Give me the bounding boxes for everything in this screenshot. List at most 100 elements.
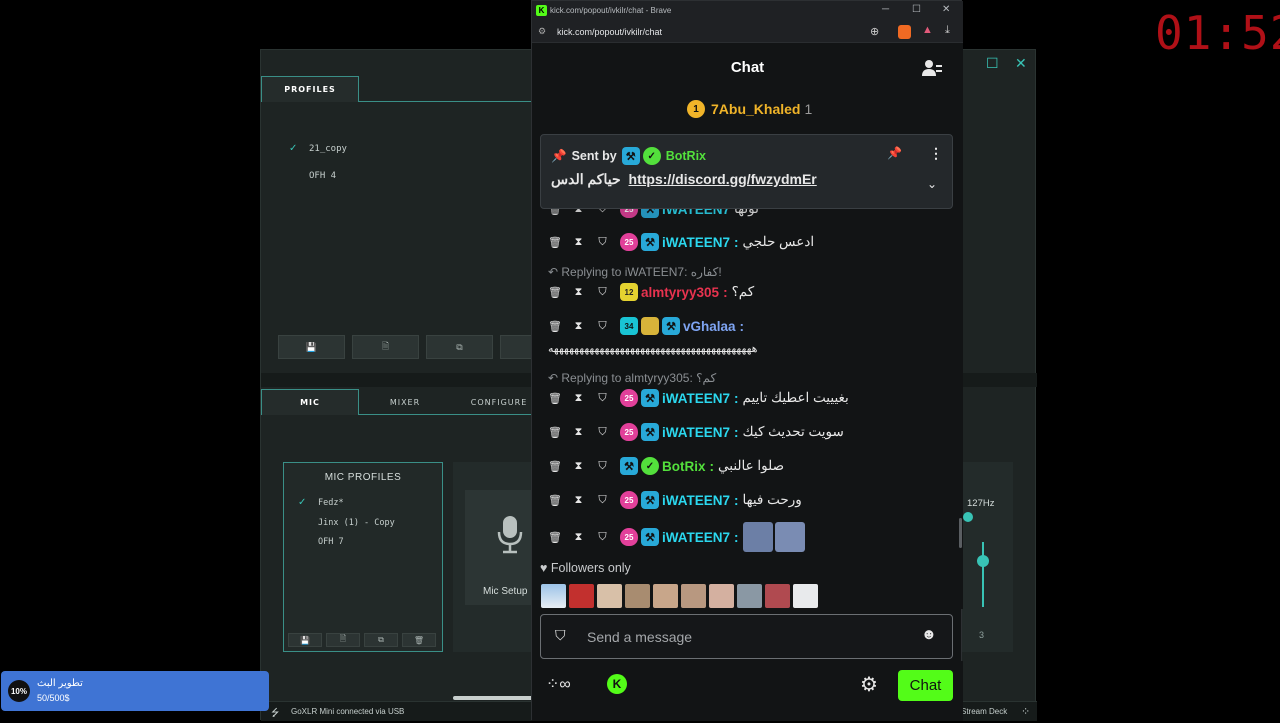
timeout-icon[interactable]: ⧗: [572, 236, 585, 249]
zoom-icon[interactable]: ⊕: [870, 25, 879, 38]
close-icon[interactable]: ✕: [1015, 55, 1027, 72]
connection-status: GoXLR Mini connected via USB: [291, 707, 405, 716]
new-profile-button[interactable]: 🗎: [352, 335, 419, 359]
site-settings-icon[interactable]: ⚙: [538, 26, 546, 37]
download-icon[interactable]: ⤓: [945, 24, 950, 37]
ban-icon[interactable]: ⛉: [596, 426, 609, 439]
chat-username[interactable]: iWATEEN7: [662, 530, 730, 545]
emote-thumbnail[interactable]: [793, 584, 818, 608]
timeout-icon[interactable]: ⧗: [572, 460, 585, 473]
emote-thumbnail[interactable]: [765, 584, 790, 608]
leader-count: 1: [804, 101, 813, 117]
chat-username[interactable]: vGhalaa: [683, 319, 736, 334]
mic-profile-item[interactable]: OFH 7: [318, 537, 344, 547]
timeout-icon[interactable]: ⧗: [572, 426, 585, 439]
send-chat-button[interactable]: Chat: [898, 670, 953, 701]
leaderboard-entry[interactable]: 1 7Abu_Khaled 1: [687, 100, 812, 118]
maximize-icon[interactable]: ☐: [986, 55, 999, 72]
timeout-icon[interactable]: ⧗: [572, 286, 585, 299]
mic-profile-item[interactable]: Jinx (1) - Copy: [318, 518, 395, 528]
delete-icon[interactable]: 🗑: [548, 392, 562, 405]
horizontal-scrollbar[interactable]: [453, 696, 533, 700]
ban-icon[interactable]: ⛉: [596, 392, 609, 405]
chat-scrollbar[interactable]: [959, 518, 962, 548]
stream-deck-label[interactable]: Stream Deck: [961, 707, 1007, 716]
profile-item[interactable]: OFH 4: [309, 171, 336, 181]
save-profile-button[interactable]: 💾: [278, 335, 345, 359]
delete-icon[interactable]: 🗑: [548, 426, 562, 439]
grid-icon[interactable]: ⁘: [1021, 705, 1030, 718]
emote-thumbnail[interactable]: [681, 584, 706, 608]
emote-thumbnail[interactable]: [541, 584, 566, 608]
url-text[interactable]: kick.com/popout/ivkilr/chat: [557, 27, 662, 37]
ban-icon[interactable]: ⛉: [596, 236, 609, 249]
delete-icon[interactable]: 🗑: [548, 320, 562, 333]
reply-context[interactable]: ↶ Replying to iWATEEN7: كفاره!: [548, 265, 722, 279]
chat-username[interactable]: BotRix: [662, 459, 706, 474]
delete-icon[interactable]: 🗑: [548, 494, 562, 507]
eq-slider-handle[interactable]: [977, 555, 989, 567]
subscriber-badge: 25: [620, 233, 638, 251]
address-bar[interactable]: ⚙ kick.com/popout/ivkilr/chat ⊕ ▲ ⤓: [532, 22, 963, 43]
chat-username[interactable]: iWATEEN7: [662, 425, 730, 440]
message-input[interactable]: Send a message: [587, 629, 692, 645]
pinned-link[interactable]: https://discord.gg/fwzydmEr: [629, 171, 817, 187]
delete-icon[interactable]: 🗑: [548, 286, 562, 299]
chat-username[interactable]: iWATEEN7: [662, 493, 730, 508]
eq-slider-track[interactable]: [982, 542, 984, 607]
new-mic-profile-button[interactable]: 🗎: [326, 633, 360, 647]
ban-icon[interactable]: ⛉: [596, 494, 609, 507]
reply-context[interactable]: ↶ Replying to almtyryy305: كم؟: [548, 371, 716, 385]
emote-thumbnail[interactable]: [597, 584, 622, 608]
users-icon[interactable]: [922, 59, 942, 77]
copy-mic-profile-button[interactable]: ⧉: [364, 633, 398, 647]
emoji-icon[interactable]: ☻: [921, 626, 937, 643]
vip-badge: ⚒: [621, 147, 640, 165]
delete-profile-button[interactable]: [500, 335, 532, 359]
timeout-icon[interactable]: ⧗: [572, 494, 585, 507]
emote-thumbnail[interactable]: [709, 584, 734, 608]
pinned-username[interactable]: BotRix: [666, 149, 706, 163]
ban-icon[interactable]: ⛉: [596, 531, 609, 544]
tab-mic[interactable]: MIC: [261, 389, 359, 415]
heart-icon: ♥: [540, 561, 551, 575]
chevron-down-icon[interactable]: ⌄: [927, 177, 937, 191]
goal-amount: 50/500$: [37, 693, 70, 703]
shield-icon[interactable]: ⛉: [555, 627, 566, 644]
emote-thumbnail[interactable]: [625, 584, 650, 608]
settings-gear-icon[interactable]: ⚙: [860, 672, 878, 697]
chat-username[interactable]: iWATEEN7: [662, 235, 730, 250]
emote-thumbnail[interactable]: [569, 584, 594, 608]
delete-icon[interactable]: 🗑: [548, 236, 562, 249]
chat-username[interactable]: almtyryy305: [641, 285, 719, 300]
delete-mic-profile-button[interactable]: 🗑: [402, 633, 436, 647]
timeout-icon[interactable]: ⧗: [572, 531, 585, 544]
eq-slider-handle[interactable]: [963, 512, 973, 522]
ban-icon[interactable]: ⛉: [596, 320, 609, 333]
delete-icon[interactable]: 🗑: [548, 531, 562, 544]
brave-rewards-icon[interactable]: ▲: [922, 24, 933, 36]
brave-shields-icon[interactable]: [898, 25, 911, 39]
save-mic-profile-button[interactable]: 💾: [288, 633, 322, 647]
close-icon[interactable]: ✕: [942, 4, 950, 15]
maximize-icon[interactable]: ☐: [912, 4, 921, 15]
more-options-icon[interactable]: ⋮: [929, 145, 943, 162]
ban-icon[interactable]: ⛉: [596, 286, 609, 299]
unpin-icon[interactable]: 📌: [887, 146, 902, 160]
tab-profiles[interactable]: PROFILES: [261, 76, 359, 102]
mic-profile-item[interactable]: Fedz*: [318, 498, 344, 508]
ban-icon[interactable]: ⛉: [596, 460, 609, 473]
tab-mixer[interactable]: MIXER: [359, 389, 451, 415]
chat-username[interactable]: iWATEEN7: [662, 391, 730, 406]
channel-points-icon[interactable]: ⁘∞: [546, 674, 571, 694]
timeout-icon[interactable]: ⧗: [572, 320, 585, 333]
emote-thumbnail[interactable]: [737, 584, 762, 608]
profile-item[interactable]: 21_copy: [309, 144, 347, 154]
message-composer[interactable]: ⛉ Send a message ☻: [540, 614, 953, 659]
delete-icon[interactable]: 🗑: [548, 460, 562, 473]
timeout-icon[interactable]: ⧗: [572, 392, 585, 405]
minimize-icon[interactable]: ─: [882, 4, 889, 15]
copy-profile-button[interactable]: ⧉: [426, 335, 493, 359]
emote-thumbnail[interactable]: [653, 584, 678, 608]
kick-icon[interactable]: K: [607, 674, 627, 694]
